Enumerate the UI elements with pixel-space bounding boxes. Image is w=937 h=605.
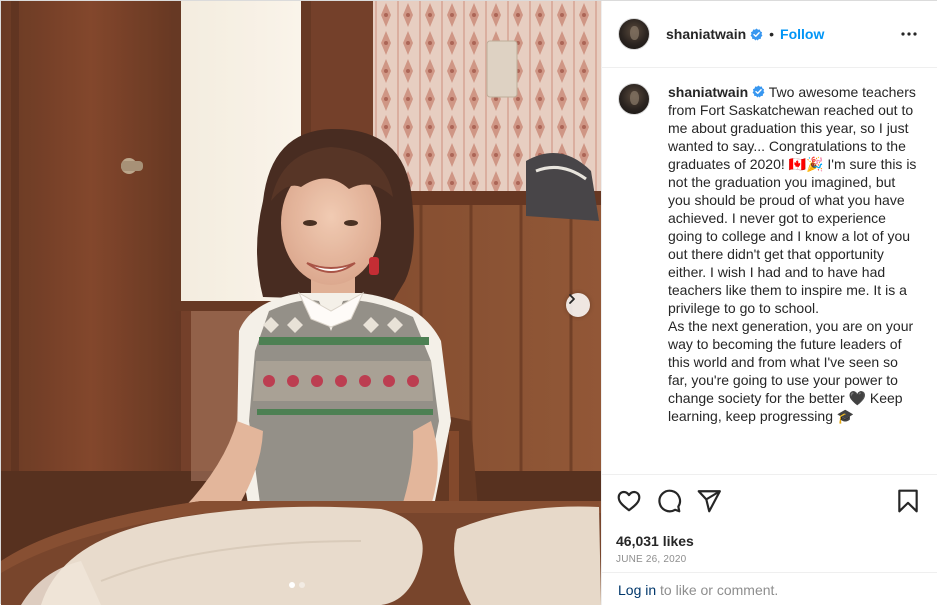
carousel-indicator — [289, 582, 305, 588]
post-date[interactable]: June 26, 2020 — [616, 554, 927, 565]
comments-section[interactable]: shaniatwain Two awesome teachers from Fo… — [602, 69, 937, 473]
carousel-next-button[interactable] — [566, 293, 590, 317]
avatar[interactable] — [618, 18, 650, 50]
caption: shaniatwain Two awesome teachers from Fo… — [618, 83, 923, 425]
action-icons — [616, 487, 927, 515]
caption-paragraph-2: As the next generation, you are on your … — [668, 318, 914, 424]
caption-paragraph-1: Two awesome teachers from Fort Saskatche… — [668, 84, 917, 316]
login-prompt-text: to like or comment. — [656, 582, 779, 598]
heart-icon[interactable] — [616, 488, 642, 514]
instagram-post: shaniatwain • Follow shaniatwain Two awe… — [0, 0, 937, 605]
post-photo-illustration — [1, 1, 601, 605]
login-prompt: Log in to like or comment. — [602, 572, 937, 605]
share-icon[interactable] — [696, 488, 722, 514]
likes-count[interactable]: 46,031 likes — [616, 533, 927, 549]
verified-badge-icon — [752, 85, 765, 98]
follow-button[interactable]: Follow — [780, 26, 824, 42]
post-header: shaniatwain • Follow — [602, 1, 937, 68]
carousel-dot-1 — [289, 582, 295, 588]
login-link[interactable]: Log in — [618, 582, 656, 598]
bookmark-icon[interactable] — [895, 488, 921, 514]
post-side-panel: shaniatwain • Follow shaniatwain Two awe… — [601, 1, 937, 605]
caption-avatar[interactable] — [618, 83, 650, 115]
post-actions: 46,031 likes June 26, 2020 — [602, 474, 937, 565]
header-username[interactable]: shaniatwain — [666, 26, 746, 42]
carousel-dot-2 — [299, 582, 305, 588]
separator-dot: • — [769, 26, 775, 42]
chevron-right-icon — [569, 294, 575, 304]
caption-text: shaniatwain Two awesome teachers from Fo… — [668, 83, 918, 425]
post-photo[interactable] — [1, 1, 601, 605]
more-horizontal-icon[interactable] — [900, 25, 918, 43]
caption-username[interactable]: shaniatwain — [668, 84, 748, 100]
verified-badge-icon — [750, 28, 763, 40]
comment-icon[interactable] — [656, 488, 682, 514]
